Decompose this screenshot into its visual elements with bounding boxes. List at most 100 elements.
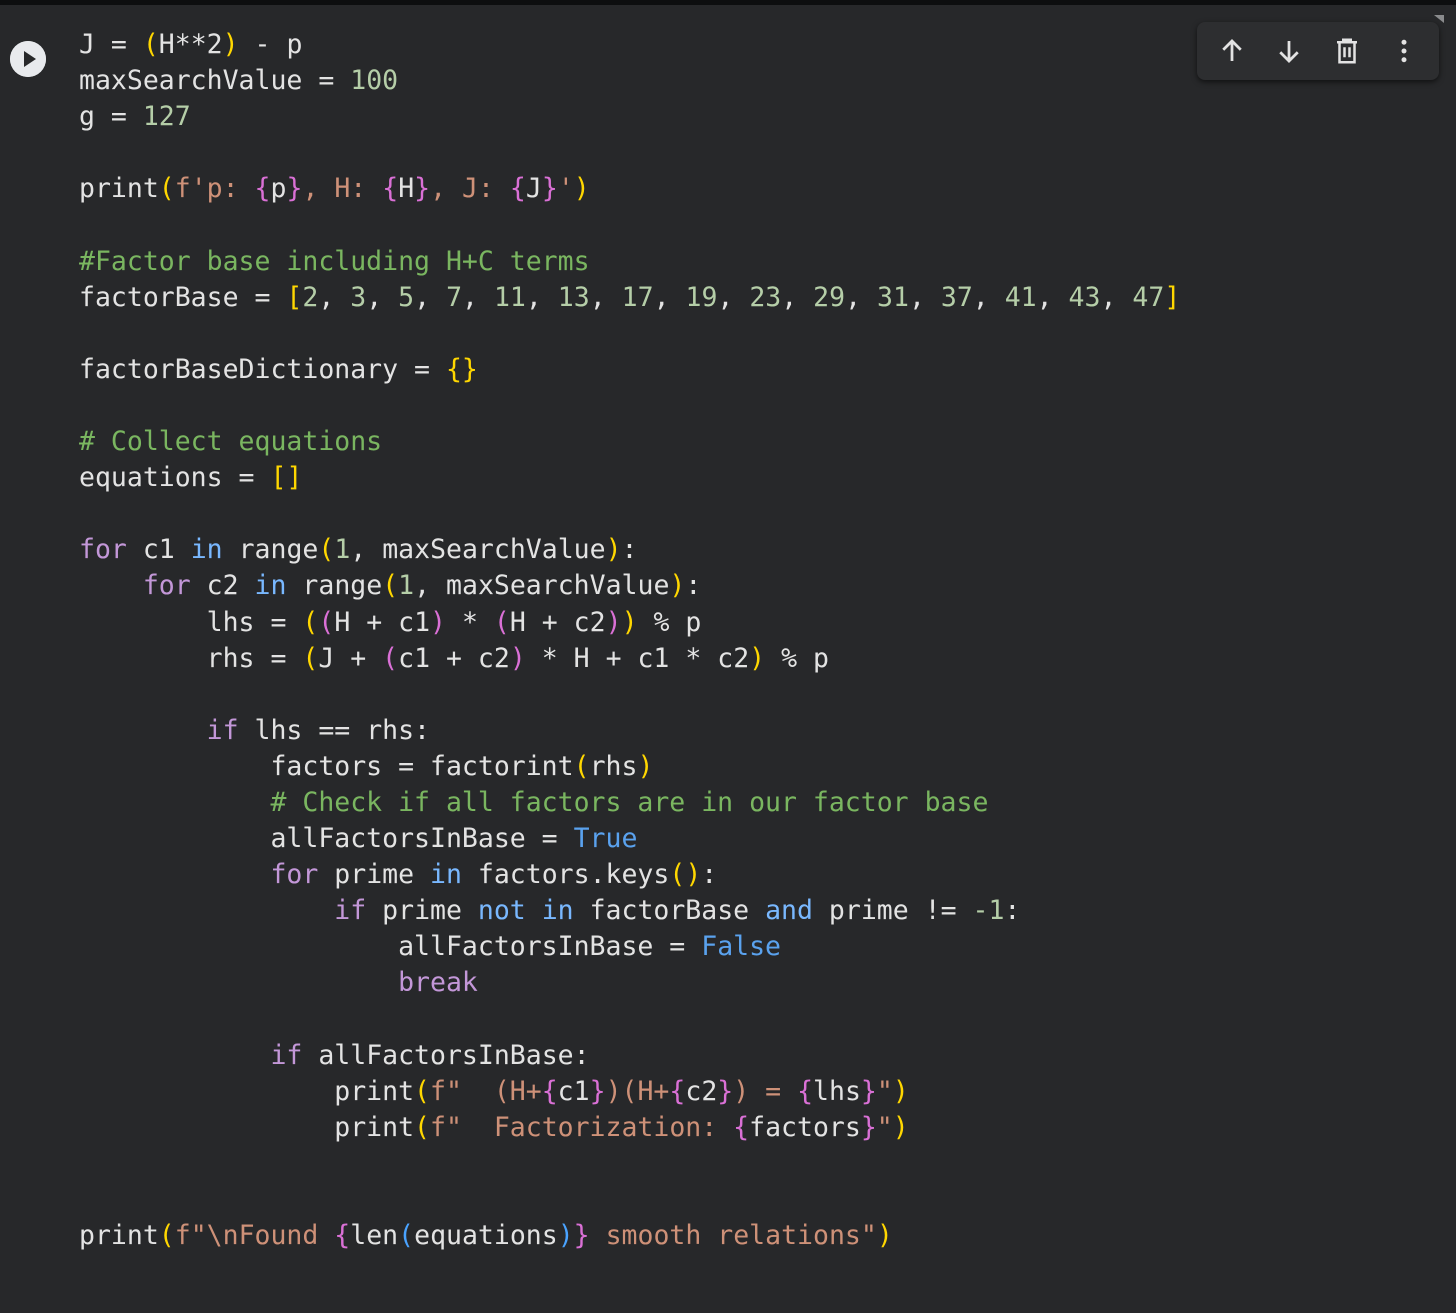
code-token: 2 xyxy=(302,281,319,313)
code-cell[interactable]: J = (H**2) - p maxSearchValue = 100 g = 12… xyxy=(0,0,1456,1313)
code-token: allFactorsInBase = xyxy=(79,823,574,855)
code-token: H**2 xyxy=(158,29,223,60)
code-token: 13 xyxy=(557,281,590,313)
code-token: { xyxy=(509,173,526,205)
code-line: for c2 in range(1, maxSearchValue): xyxy=(79,568,1439,604)
code-token: , xyxy=(717,281,750,313)
code-token: , xyxy=(972,281,1005,313)
code-token: factorBaseDictionary = xyxy=(79,353,446,385)
code-token: factors.keys xyxy=(461,859,670,891)
code-token: } xyxy=(860,1075,877,1107)
code-token: ( xyxy=(158,1220,175,1252)
code-token: H xyxy=(398,173,415,205)
code-token: factors = factorint xyxy=(79,750,574,782)
code-token: 41 xyxy=(1004,281,1037,313)
code-token: * xyxy=(446,606,494,638)
code-token: allFactorsInBase = xyxy=(79,931,702,963)
code-token: f" Factorization: xyxy=(430,1111,734,1143)
code-token: { xyxy=(541,1075,558,1107)
code-token: lhs == rhs: xyxy=(238,714,431,746)
code-token: , H: xyxy=(302,173,383,205)
code-token: : xyxy=(1004,895,1021,927)
code-line: rhs = (J + (c1 + c2) * H + c1 * c2) % p xyxy=(79,641,1439,677)
code-token: prime xyxy=(318,859,431,891)
code-token: [] xyxy=(270,462,303,494)
code-token: in xyxy=(430,859,462,891)
code-token: ( xyxy=(414,1111,431,1143)
code-token: , xyxy=(1036,281,1069,313)
code-token: ) xyxy=(892,1111,909,1143)
code-token: break xyxy=(398,967,478,999)
code-line: # Collect equations xyxy=(79,424,1439,460)
code-token: ) xyxy=(669,570,686,602)
code-token: len xyxy=(350,1220,399,1252)
code-line: lhs = ((H + c1) * (H + c2)) % p xyxy=(79,605,1439,641)
code-token: () xyxy=(669,859,702,891)
code-token: 29 xyxy=(813,281,846,313)
code-token: # Collect equations xyxy=(79,426,383,458)
code-line: print(f'p: {p}, H: {H}, J: {J}') xyxy=(79,171,1439,207)
code-token: print xyxy=(79,173,159,205)
code-token: , maxSearchValue xyxy=(414,570,670,602)
code-token: } xyxy=(573,1220,590,1252)
code-token: for xyxy=(142,570,191,602)
code-line: allFactorsInBase = False xyxy=(79,929,1439,965)
code-token: % p xyxy=(765,642,829,674)
code-token: c2 xyxy=(190,570,255,602)
code-token: } xyxy=(589,1075,606,1107)
code-token: { xyxy=(334,1220,351,1252)
code-editor[interactable]: J = (H**2) - p maxSearchValue = 100 g = 12… xyxy=(79,27,1439,1254)
code-token: 127 xyxy=(142,101,191,133)
code-token: f"\nFound xyxy=(174,1220,335,1252)
code-token: {} xyxy=(445,353,478,385)
code-token: H + c1 xyxy=(334,606,431,638)
code-token: range xyxy=(286,570,383,602)
code-token: ) = xyxy=(733,1075,798,1107)
code-token: False xyxy=(701,931,782,963)
code-token: g = xyxy=(79,101,143,133)
code-token: )(H+ xyxy=(605,1075,670,1107)
code-token: 43 xyxy=(1068,281,1101,313)
code-line: g = 127 xyxy=(79,99,1439,135)
run-cell-button[interactable] xyxy=(10,41,46,77)
code-token: for xyxy=(79,534,127,566)
code-token: c1 xyxy=(126,534,191,566)
code-token: , maxSearchValue xyxy=(350,534,606,566)
code-token: 19 xyxy=(685,281,718,313)
code-token: , xyxy=(462,281,494,313)
code-token: ) xyxy=(621,606,638,638)
code-token: c2 xyxy=(685,1075,718,1107)
code-token: ' xyxy=(557,173,574,205)
code-token: #Factor base including H+C terms xyxy=(79,245,590,277)
code-token: maxSearchValue = xyxy=(79,65,351,97)
code-token: rhs xyxy=(589,750,638,782)
code-token: : xyxy=(701,859,718,891)
code-token: c1 + c2 xyxy=(398,642,510,674)
code-token: 3 xyxy=(350,281,367,313)
code-token: if xyxy=(270,1039,303,1071)
code-token: 1 xyxy=(334,534,351,566)
code-line: for prime in factors.keys(): xyxy=(79,857,1439,893)
code-token: equations = xyxy=(79,462,271,494)
code-token: ) xyxy=(749,642,766,674)
resize-corner-icon xyxy=(1434,15,1444,23)
code-token: ) xyxy=(605,534,622,566)
code-token: ) xyxy=(557,1220,574,1252)
code-token: * H + c1 * c2 xyxy=(525,642,750,674)
code-token: and xyxy=(765,895,813,927)
code-token: equations xyxy=(414,1220,558,1252)
code-line: #Factor base including H+C terms xyxy=(79,244,1439,280)
code-token: print xyxy=(79,1111,415,1143)
code-token: ) xyxy=(876,1220,893,1252)
code-token: { xyxy=(669,1075,686,1107)
code-line: factors = factorint(rhs) xyxy=(79,749,1439,785)
code-token: rhs = xyxy=(79,642,303,674)
code-token: ) xyxy=(509,642,526,674)
code-line: equations = [] xyxy=(79,460,1439,496)
code-token: ( xyxy=(493,606,510,638)
code-line: print(f" (H+{c1})(H+{c2}) = {lhs}") xyxy=(79,1074,1439,1110)
